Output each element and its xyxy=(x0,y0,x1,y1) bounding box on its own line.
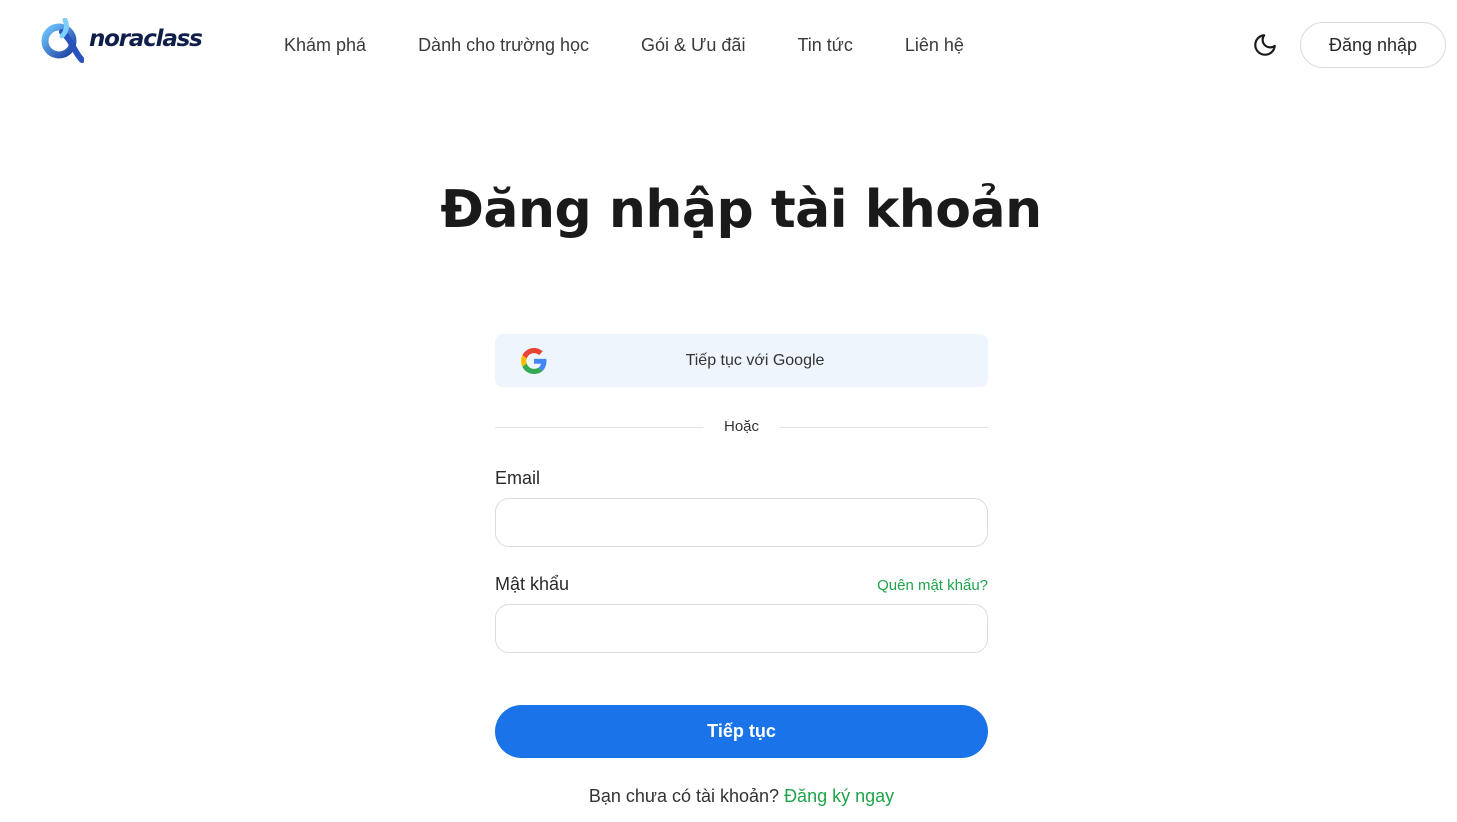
nav-item-lien-he[interactable]: Liên hệ xyxy=(905,35,964,56)
password-field[interactable] xyxy=(495,604,988,653)
noraclass-logo-icon xyxy=(41,18,84,63)
email-label: Email xyxy=(495,468,541,488)
or-divider: Hoặc xyxy=(495,418,988,438)
google-signin-label: Tiếp tục với Google xyxy=(685,351,825,369)
page-title: Đăng nhập tài khoản xyxy=(440,180,1042,240)
forgot-password-link[interactable]: Quên mật khẩu? xyxy=(877,577,988,594)
logo-wordmark: noraclass xyxy=(89,26,203,52)
divider-line-right xyxy=(780,427,988,428)
email-field[interactable] xyxy=(495,498,988,547)
divider-line-left xyxy=(495,427,703,428)
nav-item-danh-cho-truong-hoc[interactable]: Dành cho trường học xyxy=(418,35,589,56)
password-label: Mật khẩu xyxy=(495,574,570,594)
theme-toggle-button[interactable] xyxy=(1250,30,1280,60)
signup-link[interactable]: Đăng ký ngay xyxy=(784,786,894,806)
signup-prompt: Bạn chưa có tài khoản? xyxy=(588,786,780,806)
nav-item-kham-pha[interactable]: Khám phá xyxy=(284,35,366,56)
divider-text: Hoặc xyxy=(723,418,760,435)
main-nav: Khám phá Dành cho trường học Gói & Ưu đã… xyxy=(284,32,1016,58)
continue-button[interactable]: Tiếp tục xyxy=(495,705,988,758)
noraclass-logo[interactable]: noraclass xyxy=(38,18,203,64)
header-login-button[interactable]: Đăng nhập xyxy=(1300,22,1446,68)
moon-icon xyxy=(1254,34,1276,56)
top-header: noraclass Khám phá Dành cho trường học G… xyxy=(0,0,1457,90)
nav-item-tin-tuc[interactable]: Tin tức xyxy=(797,35,852,56)
google-signin-button[interactable]: Tiếp tục với Google xyxy=(495,334,988,387)
nav-item-goi-uu-dai[interactable]: Gói & Ưu đãi xyxy=(641,35,745,56)
signup-prompt-line: Bạn chưa có tài khoản? Đăng ký ngay xyxy=(495,786,988,807)
